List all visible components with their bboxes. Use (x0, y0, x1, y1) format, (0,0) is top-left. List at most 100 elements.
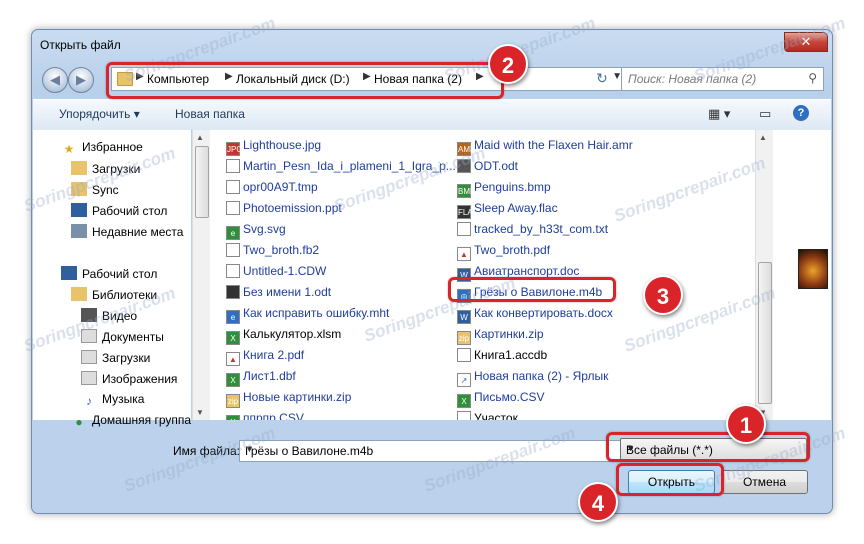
file-item[interactable]: JPGLighthouse.jpg (226, 138, 321, 156)
shortcut-icon: ↗ (457, 373, 471, 387)
file-item[interactable]: e Как исправить ошибку.mht (226, 306, 389, 324)
star-icon: ★ (63, 142, 75, 156)
pictures-icon (81, 371, 97, 385)
step-badge-1: 1 (726, 404, 766, 444)
help-icon[interactable]: ? (793, 105, 809, 121)
album-cover-image (798, 249, 828, 289)
step-badge-4: 4 (578, 482, 618, 522)
nav-favorites[interactable]: ★ Избранное (61, 140, 143, 158)
libraries-icon (71, 287, 87, 301)
search-icon[interactable]: ⚲ (808, 71, 817, 85)
music-icon: ♪ (86, 394, 92, 408)
file-item[interactable]: W Как конвертировать.docx (457, 306, 613, 324)
view-options-icon[interactable]: ▦ ▾ (708, 106, 730, 122)
audio-file-icon: AMR (457, 142, 476, 156)
odt-file-icon (457, 159, 471, 173)
file-item[interactable]: opr00A9T.tmp (226, 180, 318, 198)
homegroup-icon: ● (75, 415, 83, 429)
step-badge-2: 2 (488, 44, 528, 84)
file-icon (226, 243, 240, 257)
file-item[interactable]: Без имени 1.odt (226, 285, 331, 303)
forward-button[interactable]: ▶ (68, 67, 94, 93)
file-item[interactable]: ↗ Новая папка (2) - Ярлык (457, 369, 608, 387)
scroll-up-icon[interactable]: ▲ (759, 133, 767, 142)
highlight-address (106, 62, 504, 99)
file-item[interactable]: Untitled-1.CDW (226, 264, 326, 282)
file-icon (226, 180, 240, 194)
file-item[interactable]: ODT.odt (457, 159, 518, 177)
file-item[interactable]: Книга1.accdb (457, 348, 547, 366)
preview-pane-icon[interactable]: ▭ (759, 106, 771, 122)
nav-item[interactable]: Документы (81, 329, 164, 347)
scroll-up-icon[interactable]: ▲ (196, 133, 204, 142)
sync-folder-icon (71, 182, 87, 196)
nav-item[interactable]: ♪ Музыка (81, 392, 144, 410)
excel-file-icon: X (226, 331, 240, 345)
nav-item[interactable]: Загрузки (71, 161, 140, 179)
nav-item[interactable]: Недавние места (71, 224, 183, 242)
csv-file-icon: X (457, 394, 471, 408)
file-item[interactable]: Участок (457, 411, 518, 420)
highlight-open (616, 463, 724, 496)
close-button[interactable]: ✕ (784, 32, 828, 52)
zip-file-icon: zip (457, 331, 471, 345)
nav-item[interactable]: Sync (71, 182, 119, 200)
file-item[interactable]: FLACSleep Away.flac (457, 201, 558, 219)
mht-file-icon: e (226, 310, 240, 324)
flac-file-icon: FLAC (457, 205, 478, 219)
cancel-button[interactable]: Отмена (721, 470, 808, 494)
nav-item[interactable]: Рабочий стол (71, 203, 167, 221)
file-item[interactable]: zip Новые картинки.zip (226, 390, 351, 408)
file-item[interactable]: BMPPenguins.bmp (457, 180, 551, 198)
documents-icon (81, 329, 97, 343)
csv-file-icon: X (226, 415, 240, 420)
nav-item[interactable]: Изображения (81, 371, 177, 389)
file-list: JPGLighthouse.jpg Martin_Pesn_Ida_i_plam… (210, 130, 755, 420)
svg-file-icon: e (226, 226, 240, 240)
filename-label: Имя файла: (173, 444, 240, 458)
filename-input[interactable]: Грёзы о Вавилоне.m4b ▼ (239, 440, 623, 462)
preview-pane (773, 130, 831, 420)
pdf-file-icon: ▲ (226, 352, 240, 366)
file-item[interactable]: AMRMaid with the Flaxen Hair.amr (457, 138, 633, 156)
file-item[interactable]: X Калькулятор.xlsm (226, 327, 341, 345)
file-list-scrollbar[interactable]: ▲ ▼ (755, 130, 773, 420)
nav-libraries[interactable]: Библиотеки (71, 287, 157, 305)
word-file-icon: W (457, 310, 471, 324)
highlight-filetype (606, 432, 810, 462)
nav-desktop[interactable]: Рабочий стол (61, 266, 157, 284)
desktop-icon (61, 266, 77, 280)
downloads-icon (81, 350, 97, 364)
chevron-down-icon[interactable]: ▼ (245, 444, 618, 454)
file-item[interactable]: e Svg.svg (226, 222, 286, 240)
file-item[interactable]: ▲ Книга 2.pdf (226, 348, 304, 366)
window-title: Открыть файл (40, 38, 121, 52)
navigation-pane: ★ Избранное Загрузки Sync Рабочий стол Не… (33, 130, 191, 429)
file-item[interactable]: Two_broth.fb2 (226, 243, 319, 261)
search-placeholder: Поиск: Новая папка (2) (628, 72, 757, 86)
nav-item[interactable]: Видео (81, 308, 137, 326)
nav-item[interactable]: Загрузки (81, 350, 150, 368)
file-item[interactable]: Xппрпр.CSV (226, 411, 304, 420)
file-item[interactable]: tracked_by_h33t_com.txt (457, 222, 608, 240)
access-file-icon (457, 348, 471, 362)
recent-places-icon (71, 224, 87, 238)
file-item[interactable]: ▲ Two_broth.pdf (457, 243, 550, 261)
nav-scrollbar[interactable]: ▲ ▼ (192, 130, 210, 420)
organize-button[interactable]: Упорядочить ▾ (59, 107, 140, 121)
file-item[interactable]: X Письмо.CSV (457, 390, 545, 408)
highlight-selected-file (448, 277, 616, 302)
scroll-thumb[interactable] (195, 146, 209, 218)
file-item[interactable]: Photoemission.ppt (226, 201, 342, 219)
search-input[interactable]: Поиск: Новая папка (2) ⚲ (621, 67, 824, 91)
nav-homegroup[interactable]: ● Домашняя группа (71, 413, 191, 431)
file-item[interactable]: zip Картинки.zip (457, 327, 544, 345)
file-item[interactable]: Martin_Pesn_Ida_i_plameni_1_Igra_p... (226, 159, 456, 177)
new-folder-button[interactable]: Новая папка (175, 107, 245, 121)
back-button[interactable]: ◀ (42, 67, 68, 93)
file-item[interactable]: X Лист1.dbf (226, 369, 296, 387)
odt-file-icon (226, 285, 240, 299)
scroll-down-icon[interactable]: ▼ (196, 408, 204, 417)
scroll-thumb[interactable] (758, 262, 772, 404)
refresh-icon[interactable]: ↻ (591, 67, 613, 89)
